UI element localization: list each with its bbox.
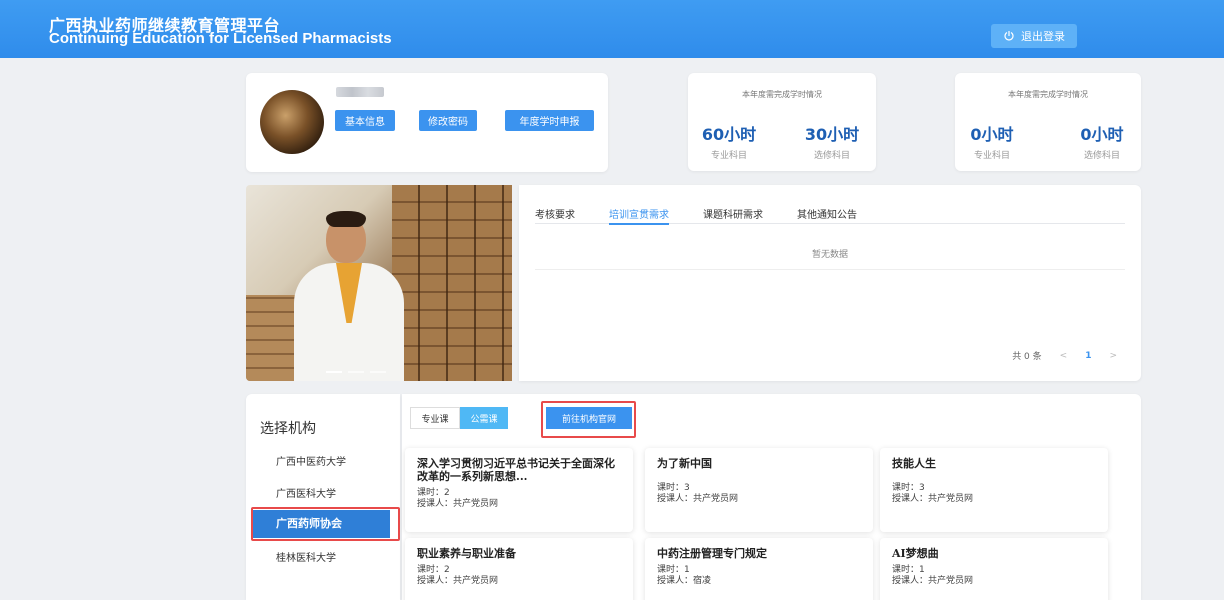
stat-value: 60小时 bbox=[701, 125, 757, 144]
institution-item[interactable]: 桂林医科大学 bbox=[276, 549, 336, 564]
prev-page-button[interactable]: < bbox=[1060, 351, 1068, 361]
notice-panel: 考核要求 培训宣贯需求 课题科研需求 其他通知公告 暂无数据 共 0 条 < 1… bbox=[519, 185, 1141, 381]
carousel-dot[interactable] bbox=[348, 371, 364, 373]
basic-info-button[interactable]: 基本信息 bbox=[335, 110, 395, 131]
stat-value: 30小时 bbox=[804, 125, 860, 144]
platform-title-en: Continuing Education for Licensed Pharma… bbox=[49, 30, 392, 47]
current-page[interactable]: 1 bbox=[1085, 351, 1091, 361]
tab-training-needs[interactable]: 培训宣贯需求 bbox=[609, 206, 669, 225]
tab-public-course[interactable]: 公需课 bbox=[460, 407, 508, 429]
course-hours: 课时：1 bbox=[657, 565, 690, 575]
course-hours: 课时：3 bbox=[892, 483, 925, 493]
stat-elective: 0小时 选修科目 bbox=[1071, 121, 1133, 161]
course-hours: 课时：2 bbox=[417, 488, 450, 498]
course-teacher: 授课人：共产党员网 bbox=[892, 576, 974, 586]
course-title: 职业素养与职业准备 bbox=[417, 547, 516, 560]
hours-stat-card: 本年度需完成学时情况 60小时 专业科目 30小时 选修科目 bbox=[688, 73, 876, 171]
empty-state: 暂无数据 bbox=[535, 232, 1125, 270]
notice-tabs: 考核要求 培训宣贯需求 课题科研需求 其他通知公告 bbox=[535, 206, 1125, 225]
stat-value: 0小时 bbox=[1080, 125, 1124, 144]
tab-research-needs[interactable]: 课题科研需求 bbox=[703, 206, 763, 224]
next-page-button[interactable]: > bbox=[1109, 351, 1117, 361]
institution-title: 选择机构 bbox=[260, 421, 316, 437]
pagination: 共 0 条 < 1 > bbox=[1012, 349, 1117, 363]
stat-professional: 0小时 专业科目 bbox=[967, 121, 1017, 161]
stat-value: 0小时 bbox=[970, 125, 1014, 144]
banner-carousel-image[interactable] bbox=[246, 185, 512, 381]
course-title: 深入学习贯彻习近平总书记关于全面深化改革的一系列新思想... bbox=[417, 457, 615, 483]
annual-hours-report-button[interactable]: 年度学时申报 bbox=[505, 110, 594, 131]
change-password-button[interactable]: 修改密码 bbox=[419, 110, 477, 131]
course-teacher: 授课人：共产党员网 bbox=[892, 494, 974, 504]
course-title: AI梦想曲 bbox=[892, 547, 939, 560]
stat-label: 专业科目 bbox=[973, 151, 1010, 161]
stat-label: 选修科目 bbox=[1083, 151, 1120, 161]
stat-title: 本年度需完成学时情况 bbox=[742, 90, 822, 99]
course-title: 为了新中国 bbox=[657, 457, 712, 470]
logout-button[interactable]: 退出登录 bbox=[991, 24, 1077, 48]
power-icon bbox=[1004, 31, 1014, 41]
goto-institution-site-button[interactable]: 前往机构官网 bbox=[546, 407, 632, 429]
tab-professional-course[interactable]: 专业课 bbox=[410, 407, 460, 429]
course-teacher: 授课人：共产党员网 bbox=[417, 576, 499, 586]
logout-label: 退出登录 bbox=[1021, 30, 1065, 43]
institution-item[interactable]: 广西医科大学 bbox=[276, 485, 336, 500]
top-header: 广西执业药师继续教育管理平台 Continuing Education for … bbox=[0, 0, 1224, 58]
institution-item-active[interactable]: 广西药师协会 bbox=[252, 510, 390, 538]
course-hours: 课时：1 bbox=[892, 565, 925, 575]
tab-other-notices[interactable]: 其他通知公告 bbox=[797, 206, 857, 224]
profile-card: 基本信息 修改密码 年度学时申报 bbox=[246, 73, 608, 172]
institution-selector: 选择机构 广西中医药大学 广西医科大学 广西药师协会 桂林医科大学 bbox=[246, 394, 400, 600]
tab-assessment[interactable]: 考核要求 bbox=[535, 206, 575, 224]
course-card[interactable]: 深入学习贯彻习近平总书记关于全面深化改革的一系列新思想... 课时：2 授课人：… bbox=[405, 448, 633, 532]
course-title: 技能人生 bbox=[892, 457, 936, 470]
course-hours: 课时：3 bbox=[657, 483, 690, 493]
carousel-dot[interactable] bbox=[326, 371, 342, 373]
stat-label: 选修科目 bbox=[813, 151, 850, 161]
course-card[interactable]: 为了新中国 课时：3 授课人：共产党员网 bbox=[645, 448, 873, 532]
course-card[interactable]: 中药注册管理专门规定 课时：1 授课人：宿凌 bbox=[645, 538, 873, 600]
hours-stat-card: 本年度需完成学时情况 0小时 专业科目 0小时 选修科目 bbox=[955, 73, 1141, 171]
stat-professional: 60小时 专业科目 bbox=[698, 121, 760, 161]
carousel-dot[interactable] bbox=[370, 371, 386, 373]
course-card[interactable]: 职业素养与职业准备 课时：2 授课人：共产党员网 bbox=[405, 538, 633, 600]
stat-title: 本年度需完成学时情况 bbox=[1008, 90, 1088, 99]
course-teacher: 授课人：共产党员网 bbox=[657, 494, 739, 504]
course-hours: 课时：2 bbox=[417, 565, 450, 575]
avatar bbox=[260, 90, 324, 154]
stat-elective: 30小时 选修科目 bbox=[796, 121, 868, 161]
course-teacher: 授课人：共产党员网 bbox=[417, 499, 499, 509]
institution-item[interactable]: 广西中医药大学 bbox=[276, 453, 346, 468]
course-title: 中药注册管理专门规定 bbox=[657, 547, 767, 560]
pagination-total: 共 0 条 bbox=[1012, 352, 1042, 362]
username-redacted bbox=[336, 87, 384, 97]
course-card[interactable]: AI梦想曲 课时：1 授课人：共产党员网 bbox=[880, 538, 1108, 600]
carousel-indicators[interactable] bbox=[326, 371, 386, 373]
stat-label: 专业科目 bbox=[710, 151, 747, 161]
course-card[interactable]: 技能人生 课时：3 授课人：共产党员网 bbox=[880, 448, 1108, 532]
course-teacher: 授课人：宿凌 bbox=[657, 576, 712, 586]
